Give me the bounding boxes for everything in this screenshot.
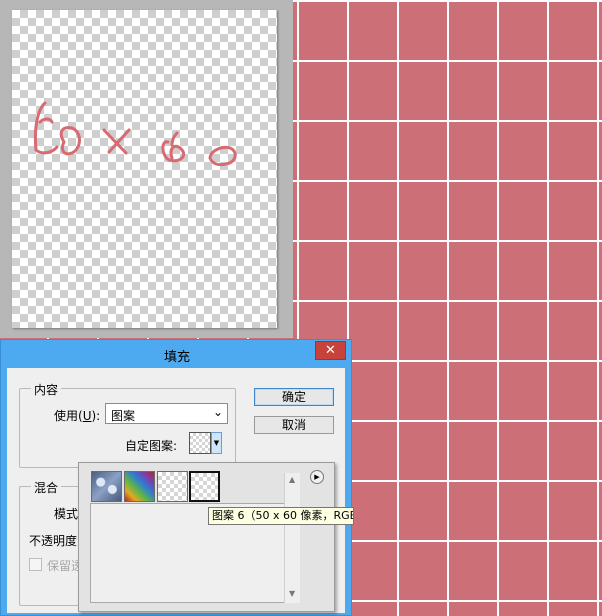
- cancel-button[interactable]: 取消: [254, 416, 334, 434]
- use-select-value: 图案: [111, 409, 136, 423]
- use-label: 使用(U):: [54, 407, 100, 424]
- use-select[interactable]: 图案 ⌄: [105, 403, 228, 424]
- custom-pattern-swatch[interactable]: [189, 432, 211, 454]
- custom-pattern-label: 自定图案:: [125, 439, 178, 453]
- pattern-thumb-rainbow[interactable]: [124, 471, 155, 502]
- chevron-down-icon: ⌄: [212, 405, 223, 419]
- play-icon[interactable]: ▶: [310, 470, 324, 484]
- ok-button[interactable]: 确定: [254, 388, 334, 406]
- pattern-thumb-transparent[interactable]: [157, 471, 188, 502]
- content-group-label: 内容: [31, 381, 62, 398]
- opacity-label: 不透明度: [29, 534, 78, 548]
- content-group: 内容: [19, 381, 236, 468]
- document-workspace: [0, 0, 293, 338]
- pattern-tooltip: 图案 6（50 x 60 像素，RGB: [208, 507, 354, 525]
- preserve-transparency-checkbox[interactable]: [29, 558, 42, 571]
- pattern-picker-scrollbar[interactable]: ▲ ▼: [284, 473, 300, 603]
- pattern-thumb-bubbles[interactable]: [91, 471, 122, 502]
- dialog-titlebar[interactable]: 填充 ✕: [1, 340, 353, 368]
- pattern-picker-popup: ▶ ▲ ▼: [78, 462, 335, 612]
- pattern-dropdown-arrow-icon[interactable]: ▼: [211, 432, 222, 454]
- document-canvas[interactable]: [12, 10, 277, 328]
- scroll-up-icon[interactable]: ▲: [289, 475, 295, 484]
- dialog-title: 填充: [163, 350, 190, 365]
- blend-group-label: 混合: [31, 479, 62, 496]
- use-label-end: ):: [91, 409, 101, 423]
- use-label-text: 使用(: [54, 409, 83, 423]
- scroll-down-icon[interactable]: ▼: [289, 589, 295, 598]
- handwriting-sketch: [33, 101, 237, 167]
- close-button[interactable]: ✕: [315, 341, 346, 360]
- mode-label: 模式: [54, 507, 79, 521]
- pattern-thumb-pattern-6[interactable]: [189, 471, 220, 502]
